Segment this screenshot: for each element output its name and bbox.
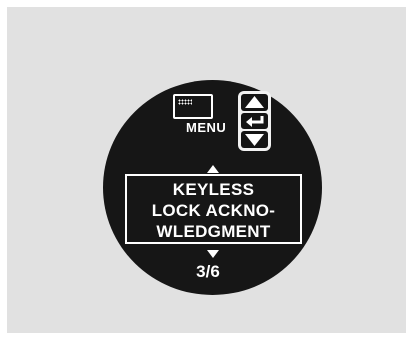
nav-button-pad <box>238 91 271 151</box>
message-line: LOCK ACKNO- <box>151 201 276 220</box>
screen-dots-icon <box>178 99 192 105</box>
message-box: KEYLESS LOCK ACKNO- WLEDGMENT <box>125 174 302 244</box>
message-line: KEYLESS <box>172 180 255 199</box>
menu-screen-icon <box>173 94 213 119</box>
message-line: WLEDGMENT <box>156 222 271 241</box>
triangle-up-icon <box>245 96 264 108</box>
scroll-down-icon <box>207 250 219 258</box>
enter-button[interactable] <box>241 112 268 129</box>
enter-icon <box>246 115 264 127</box>
scroll-up-icon <box>207 165 219 173</box>
triangle-down-icon <box>245 134 264 146</box>
up-button[interactable] <box>241 94 268 111</box>
page-indicator: 3/6 <box>196 262 220 281</box>
menu-label: MENU <box>186 120 227 135</box>
down-button[interactable] <box>241 131 268 148</box>
